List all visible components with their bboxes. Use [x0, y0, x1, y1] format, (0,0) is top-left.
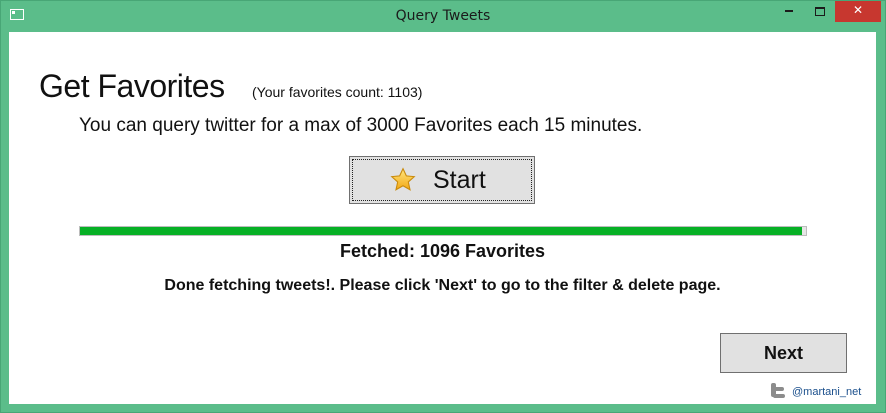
twitter-icon[interactable] [768, 382, 788, 400]
start-button[interactable]: Start [349, 156, 535, 204]
page-title: Get Favorites [39, 68, 225, 104]
minimize-icon [785, 10, 793, 12]
fetch-progress-bar [79, 226, 807, 236]
start-button-label: Start [433, 166, 486, 194]
rate-limit-info: You can query twitter for a max of 3000 … [79, 115, 643, 136]
title-bar[interactable]: Query Tweets ✕ [1, 1, 885, 32]
app-window: Query Tweets ✕ Get Favorites (Your favor… [0, 0, 886, 413]
favorites-count: (Your favorites count: 1103) [252, 84, 423, 100]
maximize-button[interactable] [806, 1, 834, 22]
star-icon [390, 167, 416, 191]
status-message: Done fetching tweets!. Please click 'Nex… [164, 277, 721, 294]
window-title: Query Tweets [395, 8, 491, 24]
progress-fill [80, 227, 802, 235]
twitter-handle-link[interactable]: @martani_net [792, 386, 861, 398]
close-icon: ✕ [852, 3, 864, 17]
fetched-count: Fetched: 1096 Favorites [339, 241, 546, 261]
content-area: Get Favorites (Your favorites count: 110… [9, 32, 876, 404]
close-button[interactable]: ✕ [835, 1, 881, 22]
minimize-button[interactable] [775, 1, 803, 22]
next-button[interactable]: Next [720, 333, 847, 373]
maximize-icon [815, 6, 825, 16]
